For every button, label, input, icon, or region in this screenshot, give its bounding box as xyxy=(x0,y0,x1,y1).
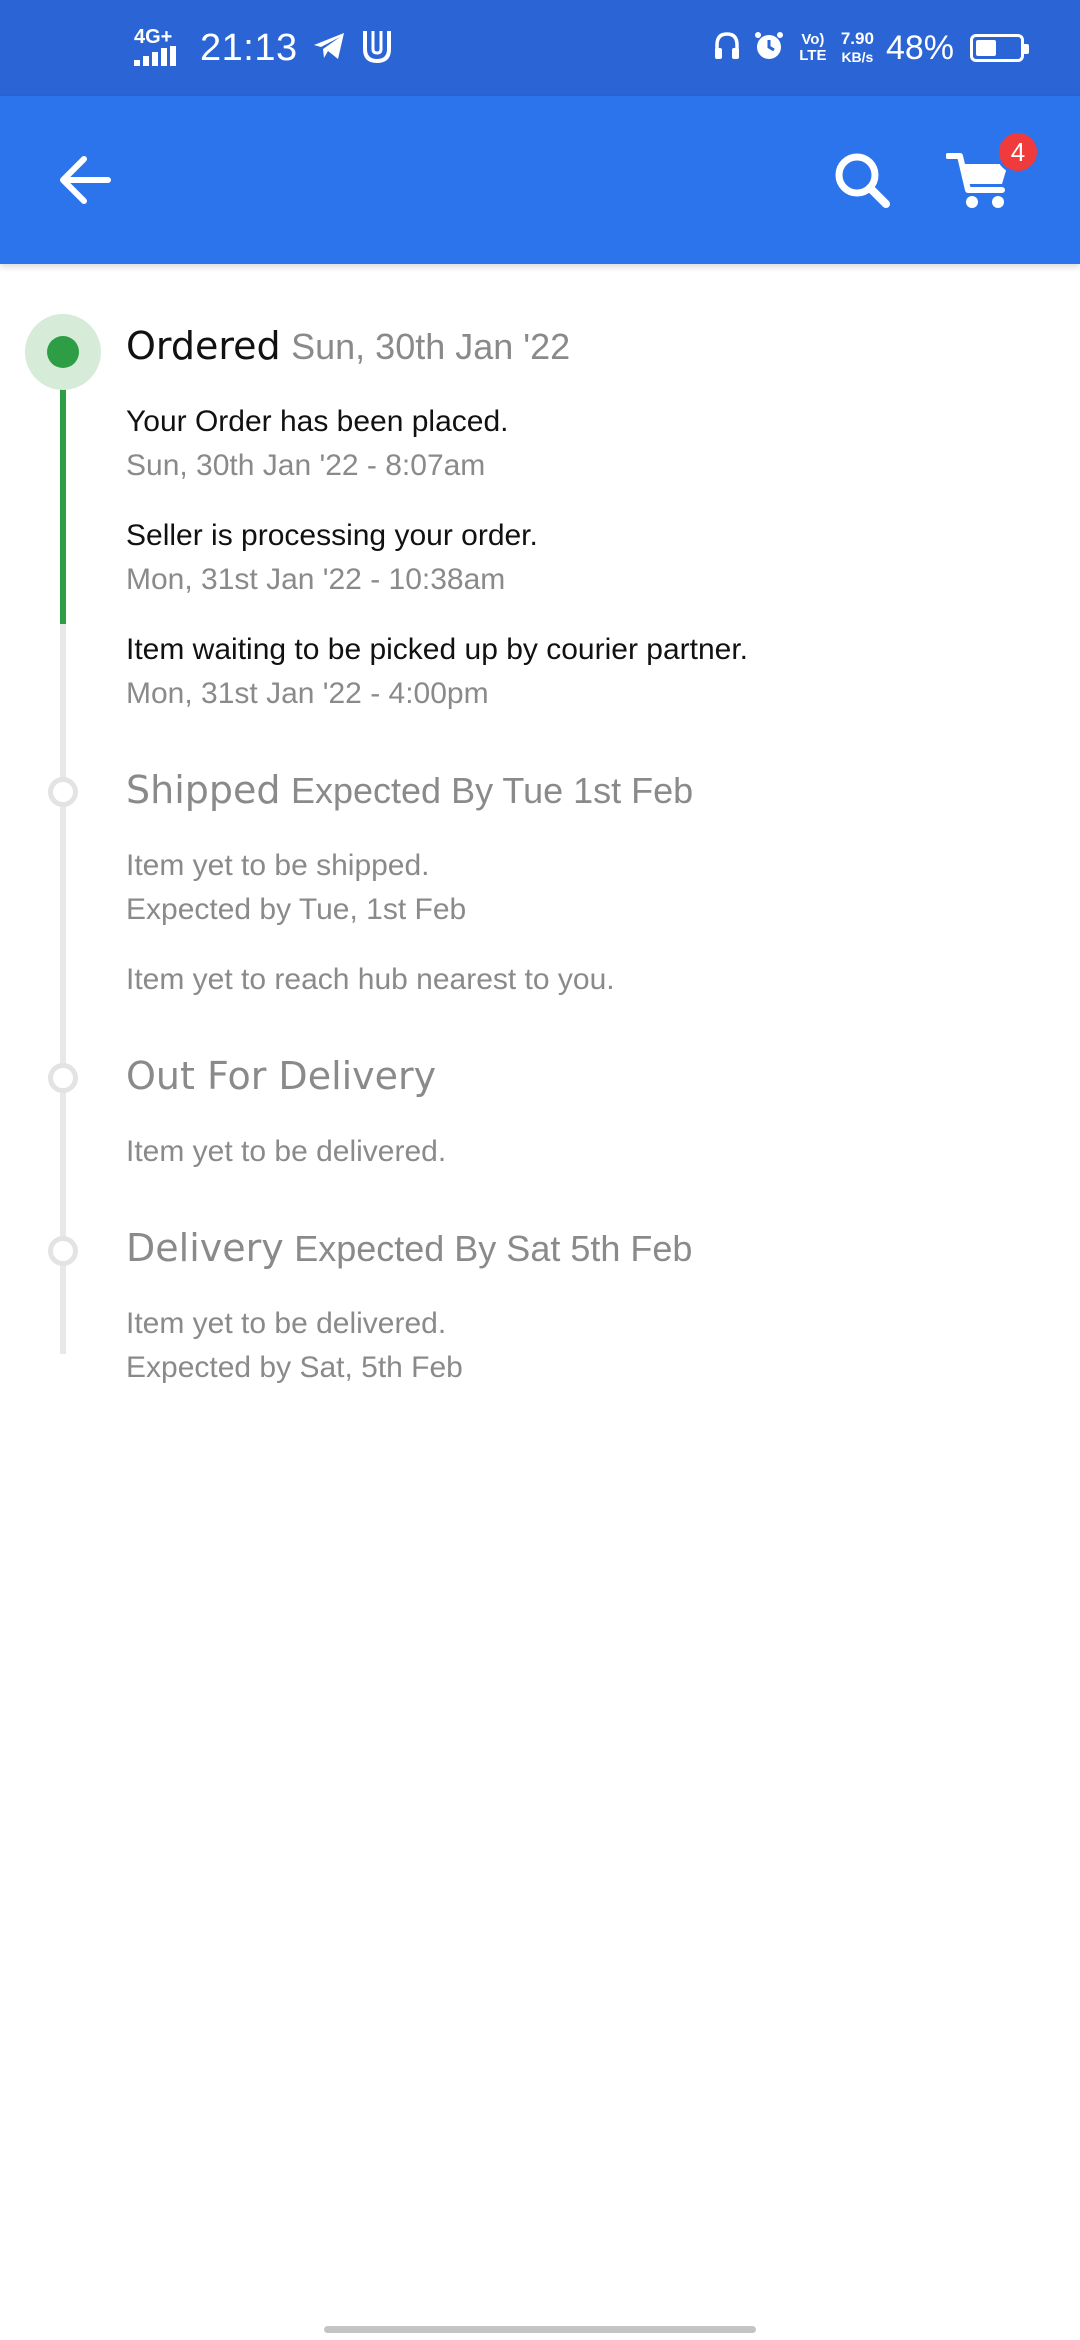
app-bar: 4 xyxy=(0,96,1080,264)
event-item: Item yet to reach hub nearest to you. xyxy=(126,958,615,1002)
event-text: Item waiting to be picked up by courier … xyxy=(126,633,749,666)
stage-ordered-title: Ordered Sun, 30th Jan '22 xyxy=(126,324,570,368)
stage-out-for-delivery-title: Out For Delivery xyxy=(126,1054,436,1098)
event-time: Mon, 31st Jan '22 - 10:38am xyxy=(126,563,506,596)
event-time: Expected by Sat, 5th Feb xyxy=(126,1351,463,1384)
battery-icon xyxy=(970,34,1029,62)
stage-out-for-delivery-dot xyxy=(48,1063,78,1093)
stage-ordered-dot xyxy=(47,336,79,368)
battery-level xyxy=(976,40,996,56)
event-item: Your Order has been placed. Sun, 30th Ja… xyxy=(126,400,509,488)
speed-unit: KB/s xyxy=(841,49,874,65)
event-text: Your Order has been placed. xyxy=(126,405,509,438)
event-time: Sun, 30th Jan '22 - 8:07am xyxy=(126,449,486,482)
event-item: Item yet to be shipped. Expected by Tue,… xyxy=(126,844,466,932)
stage-delivery-dot xyxy=(48,1236,78,1266)
stage-name: Shipped xyxy=(126,768,281,812)
battery-percent: 48% xyxy=(885,28,954,67)
search-button[interactable] xyxy=(830,148,894,212)
network-speed: 7.90 KB/s xyxy=(841,29,874,67)
telegram-icon xyxy=(312,31,346,66)
event-item: Item yet to be delivered. xyxy=(126,1130,446,1174)
event-item: Item yet to be delivered. Expected by Sa… xyxy=(126,1302,463,1390)
event-item: Seller is processing your order. Mon, 31… xyxy=(126,514,538,602)
app-u-icon xyxy=(360,27,394,70)
arrow-left-icon xyxy=(60,156,111,204)
network-type: 4G+ xyxy=(134,25,173,48)
headphones-icon xyxy=(713,31,741,66)
event-text: Item yet to be delivered. xyxy=(126,1135,447,1168)
back-button[interactable] xyxy=(52,146,120,214)
volte-icon: Vo) LTE xyxy=(799,31,827,64)
status-bar: 4G+ 21:13 Vo) LTE 7.90 KB/s 48% xyxy=(0,0,1080,96)
event-time: Expected by Tue, 1st Feb xyxy=(126,893,467,926)
event-text: Item yet to reach hub nearest to you. xyxy=(126,963,615,996)
stage-name: Delivery xyxy=(126,1226,284,1270)
timeline-progress-track xyxy=(60,364,66,624)
search-icon xyxy=(835,153,890,208)
speed-value: 7.90 xyxy=(840,29,874,48)
clock: 21:13 xyxy=(200,26,298,69)
stage-name: Ordered xyxy=(126,324,281,368)
stage-subtitle: Expected By Sat 5th Feb xyxy=(294,1228,693,1269)
event-text: Item yet to be shipped. xyxy=(126,849,430,882)
event-time: Mon, 31st Jan '22 - 4:00pm xyxy=(126,677,489,710)
home-indicator[interactable] xyxy=(324,2326,756,2333)
event-text: Item yet to be delivered. xyxy=(126,1307,447,1340)
event-item: Item waiting to be picked up by courier … xyxy=(126,628,748,716)
cart-count-badge: 4 xyxy=(996,130,1040,174)
signal-icon: 4G+ xyxy=(134,25,186,69)
stage-delivery-title: Delivery Expected By Sat 5th Feb xyxy=(126,1226,692,1270)
stage-shipped-title: Shipped Expected By Tue 1st Feb xyxy=(126,768,693,812)
stage-shipped-dot xyxy=(48,777,78,807)
event-text: Seller is processing your order. xyxy=(126,519,538,552)
status-bar-right: Vo) LTE 7.90 KB/s 48% xyxy=(713,0,1029,96)
status-bar-left: 4G+ 21:13 xyxy=(134,0,394,96)
stage-name: Out For Delivery xyxy=(126,1054,437,1098)
stage-subtitle: Expected By Tue 1st Feb xyxy=(290,770,694,811)
stage-subtitle: Sun, 30th Jan '22 xyxy=(291,326,571,367)
alarm-icon xyxy=(753,30,785,67)
